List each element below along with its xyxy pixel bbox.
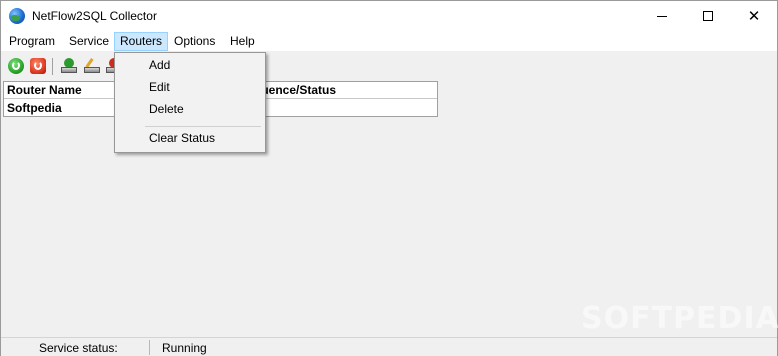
title-bar[interactable]: NetFlow2SQL Collector ✕ [1,1,777,31]
menu-item-edit[interactable]: Edit [117,76,263,98]
globe-icon[interactable] [9,8,25,24]
menu-help[interactable]: Help [224,32,261,51]
router-name-cell: Softpedia [7,101,62,115]
router-icon [84,67,100,73]
router-icon [61,67,77,73]
service-status-value: Running [162,341,207,355]
menu-service[interactable]: Service [63,32,115,51]
menu-program[interactable]: Program [3,32,61,51]
service-status-label: Service status: [39,341,118,355]
status-divider [149,340,150,355]
menu-item-clear-status[interactable]: Clear Status [117,127,263,149]
minimize-button[interactable] [639,1,685,31]
menu-bar: Program Service Routers Options Help [1,31,777,51]
menu-item-add[interactable]: Add [117,54,263,76]
app-window: NetFlow2SQL Collector ✕ Program Service … [0,0,778,356]
add-router-button[interactable] [61,58,77,74]
edit-router-button[interactable] [84,58,100,74]
menu-item-delete[interactable]: Delete [117,98,263,120]
watermark: SOFTPEDIA [581,301,778,336]
maximize-button[interactable] [685,1,731,31]
menu-routers[interactable]: Routers [114,32,169,51]
close-icon: ✕ [747,6,761,25]
menu-options[interactable]: Options [168,32,221,51]
routers-dropdown-menu: Add Edit Delete Clear Status [114,52,266,153]
start-service-button[interactable] [8,58,24,74]
stop-service-button[interactable] [30,58,46,74]
close-button[interactable]: ✕ [731,1,777,31]
maximize-icon [703,11,713,21]
status-bar: Service status: Running [1,337,777,356]
window-title: NetFlow2SQL Collector [32,9,157,23]
toolbar-separator [52,58,53,75]
power-on-icon [12,61,20,70]
power-off-icon [34,61,42,70]
minimize-icon [657,15,667,17]
